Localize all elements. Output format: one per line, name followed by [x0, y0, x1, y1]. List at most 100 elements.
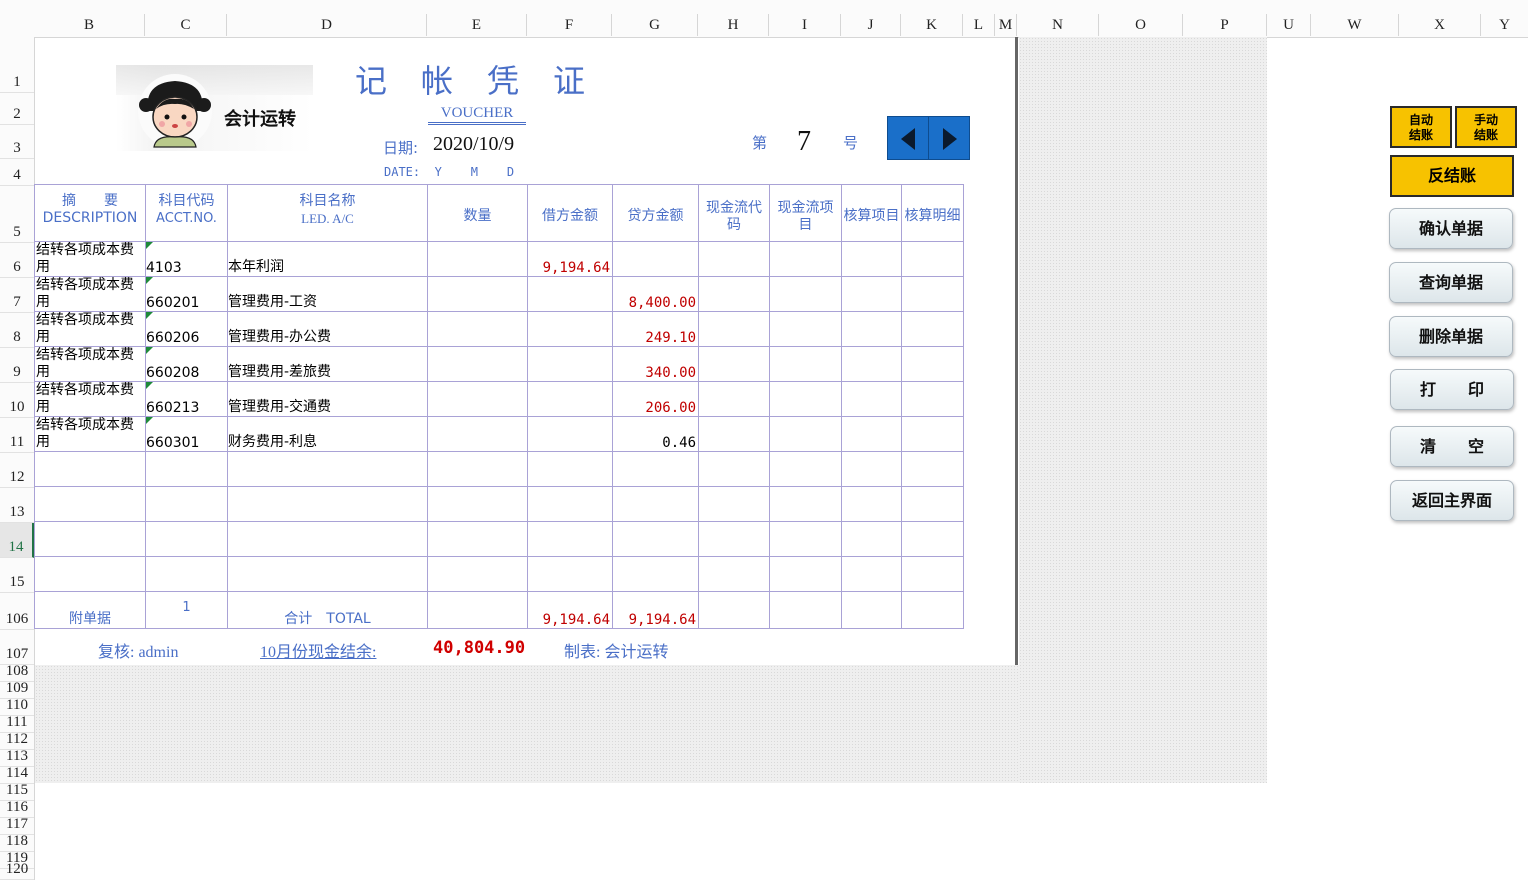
- row-acct-name[interactable]: 管理费用-工资: [227, 276, 428, 312]
- next-voucher-button[interactable]: [928, 116, 970, 160]
- row-acct-code[interactable]: 660301: [145, 416, 228, 452]
- row-header-10[interactable]: 10: [0, 383, 34, 418]
- prev-voucher-button[interactable]: [887, 116, 929, 160]
- row-header-5[interactable]: 5: [0, 186, 34, 243]
- row-header-4[interactable]: 4: [0, 159, 34, 186]
- col-header-c[interactable]: C: [145, 14, 227, 36]
- row-debit[interactable]: [527, 311, 613, 347]
- row-quantity[interactable]: [427, 381, 528, 417]
- col-header-p[interactable]: P: [1183, 14, 1267, 36]
- row-debit[interactable]: [527, 276, 613, 312]
- row-cashflow-item[interactable]: [769, 416, 842, 452]
- col-header-k[interactable]: K: [901, 14, 963, 36]
- row-acct-name[interactable]: 管理费用-办公费: [227, 311, 428, 347]
- row-header-3[interactable]: 3: [0, 125, 34, 159]
- row-quantity[interactable]: [427, 276, 528, 312]
- row-quantity[interactable]: [427, 416, 528, 452]
- row-quantity[interactable]: [427, 241, 528, 277]
- row-header-107[interactable]: 107: [0, 630, 34, 665]
- col-header-j[interactable]: J: [841, 14, 901, 36]
- row-cashflow-code[interactable]: [698, 311, 770, 347]
- row-acct-code[interactable]: 660213: [145, 381, 228, 417]
- row-header-9[interactable]: 9: [0, 348, 34, 383]
- row-acct-name[interactable]: 本年利润: [227, 241, 428, 277]
- col-header-m[interactable]: M: [995, 14, 1017, 36]
- row-accounting-item[interactable]: [841, 381, 902, 417]
- row-debit[interactable]: [527, 346, 613, 382]
- row-accounting-item[interactable]: [841, 346, 902, 382]
- col-header-x[interactable]: X: [1399, 14, 1481, 36]
- row-acct-name[interactable]: 财务费用-利息: [227, 416, 428, 452]
- row-header-14[interactable]: 14: [0, 523, 34, 558]
- row-credit[interactable]: 249.10: [612, 311, 699, 347]
- row-accounting-detail[interactable]: [901, 381, 964, 417]
- row-header-8[interactable]: 8: [0, 313, 34, 348]
- row-header-13[interactable]: 13: [0, 488, 34, 523]
- col-header-n[interactable]: N: [1017, 14, 1099, 36]
- row-acct-code[interactable]: 660206: [145, 311, 228, 347]
- col-header-f[interactable]: F: [527, 14, 612, 36]
- row-header-120[interactable]: 120: [0, 861, 34, 880]
- row-cashflow-code[interactable]: [698, 381, 770, 417]
- col-header-h[interactable]: H: [698, 14, 769, 36]
- row-description[interactable]: 结转各项成本费用: [34, 311, 146, 347]
- row-accounting-detail[interactable]: [901, 346, 964, 382]
- col-header-b[interactable]: B: [34, 14, 145, 36]
- row-acct-code[interactable]: 660201: [145, 276, 228, 312]
- row-description[interactable]: 结转各项成本费用: [34, 416, 146, 452]
- row-acct-name[interactable]: 管理费用-差旅费: [227, 346, 428, 382]
- row-acct-code[interactable]: 660208: [145, 346, 228, 382]
- row-accounting-detail[interactable]: [901, 276, 964, 312]
- col-header-y[interactable]: Y: [1481, 14, 1528, 36]
- row-cashflow-item[interactable]: [769, 346, 842, 382]
- row-header-15[interactable]: 15: [0, 558, 34, 593]
- row-header-6[interactable]: 6: [0, 243, 34, 278]
- row-credit[interactable]: 340.00: [612, 346, 699, 382]
- col-header-d[interactable]: D: [227, 14, 427, 36]
- print-button[interactable]: 打 印: [1390, 369, 1514, 410]
- row-debit[interactable]: [527, 416, 613, 452]
- row-accounting-detail[interactable]: [901, 241, 964, 277]
- row-header-1[interactable]: 1: [0, 37, 34, 93]
- row-accounting-detail[interactable]: [901, 416, 964, 452]
- auto-close-button[interactable]: 自动 结账: [1390, 106, 1452, 148]
- row-debit[interactable]: [527, 381, 613, 417]
- query-voucher-button[interactable]: 查询单据: [1389, 262, 1513, 303]
- row-quantity[interactable]: [427, 311, 528, 347]
- back-to-main-button[interactable]: 返回主界面: [1390, 480, 1514, 521]
- row-quantity[interactable]: [427, 346, 528, 382]
- row-credit[interactable]: 0.46: [612, 416, 699, 452]
- manual-close-button[interactable]: 手动 结账: [1455, 106, 1517, 148]
- row-description[interactable]: 结转各项成本费用: [34, 381, 146, 417]
- col-header-u[interactable]: U: [1267, 14, 1311, 36]
- row-header-12[interactable]: 12: [0, 453, 34, 488]
- col-header-o[interactable]: O: [1099, 14, 1183, 36]
- row-acct-name[interactable]: 管理费用-交通费: [227, 381, 428, 417]
- row-credit[interactable]: 8,400.00: [612, 276, 699, 312]
- row-cashflow-code[interactable]: [698, 416, 770, 452]
- row-cashflow-code[interactable]: [698, 276, 770, 312]
- row-description[interactable]: 结转各项成本费用: [34, 276, 146, 312]
- clear-button[interactable]: 清 空: [1390, 426, 1514, 467]
- row-description[interactable]: 结转各项成本费用: [34, 241, 146, 277]
- row-cashflow-item[interactable]: [769, 241, 842, 277]
- row-accounting-detail[interactable]: [901, 311, 964, 347]
- row-header-106[interactable]: 106: [0, 593, 34, 630]
- row-header-7[interactable]: 7: [0, 278, 34, 313]
- row-cashflow-code[interactable]: [698, 241, 770, 277]
- row-credit[interactable]: [612, 241, 699, 277]
- row-header-11[interactable]: 11: [0, 418, 34, 453]
- row-description[interactable]: 结转各项成本费用: [34, 346, 146, 382]
- col-header-e[interactable]: E: [427, 14, 527, 36]
- delete-voucher-button[interactable]: 删除单据: [1389, 316, 1513, 357]
- row-accounting-item[interactable]: [841, 276, 902, 312]
- col-header-g[interactable]: G: [612, 14, 698, 36]
- row-debit[interactable]: 9,194.64: [527, 241, 613, 277]
- row-accounting-item[interactable]: [841, 416, 902, 452]
- confirm-voucher-button[interactable]: 确认单据: [1389, 208, 1513, 249]
- col-header-w[interactable]: W: [1311, 14, 1399, 36]
- row-cashflow-item[interactable]: [769, 311, 842, 347]
- col-header-i[interactable]: I: [769, 14, 841, 36]
- voucher-no[interactable]: 7: [797, 126, 811, 158]
- col-header-l[interactable]: L: [963, 14, 995, 36]
